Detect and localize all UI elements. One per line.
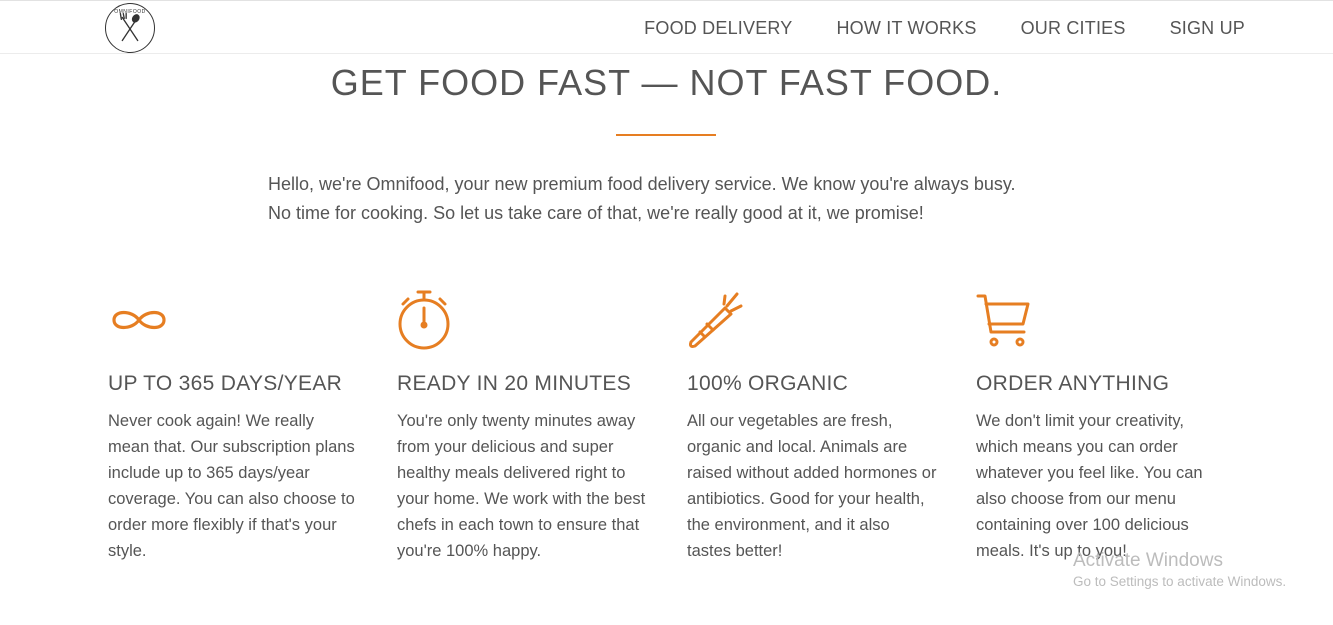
stopwatch-icon — [397, 288, 647, 352]
feature-card: READY IN 20 MINUTES You're only twenty m… — [397, 288, 647, 564]
infinity-icon — [108, 288, 358, 352]
feature-card: ORDER ANYTHING We don't limit your creat… — [976, 288, 1226, 564]
cart-icon — [976, 288, 1226, 352]
nav-link-sign-up[interactable]: SIGN UP — [1170, 18, 1245, 39]
page: OMNIFOOD FOOD DELIVERY HOW IT WORKS OUR … — [0, 0, 1333, 625]
title-divider — [616, 134, 716, 136]
nav-link-our-cities[interactable]: OUR CITIES — [1021, 18, 1126, 39]
logo-wordmark: OMNIFOOD — [114, 9, 146, 15]
watermark-title: Activate Windows — [1073, 550, 1223, 571]
intro-line-2: No time for cooking. So let us take care… — [268, 203, 924, 223]
feature-card: UP TO 365 DAYS/YEAR Never cook again! We… — [108, 288, 358, 564]
intro-text: Hello, we're Omnifood, your new premium … — [268, 170, 1088, 228]
watermark-subtitle: Go to Settings to activate Windows. — [1073, 574, 1287, 589]
feature-title: ORDER ANYTHING — [976, 372, 1170, 395]
feature-title: UP TO 365 DAYS/YEAR — [108, 372, 343, 395]
top-nav: OMNIFOOD FOOD DELIVERY HOW IT WORKS OUR … — [0, 0, 1333, 54]
feature-title: 100% ORGANIC — [687, 372, 849, 395]
nav-link-how-it-works[interactable]: HOW IT WORKS — [836, 18, 976, 39]
carrot-icon — [687, 288, 937, 352]
omnifood-logo[interactable]: OMNIFOOD — [105, 3, 155, 53]
section-title: GET FOOD FAST — NOT FAST FOOD. — [330, 62, 1003, 103]
activate-windows-watermark: Activate Windows Go to Settings to activ… — [1073, 550, 1286, 589]
feature-card: 100% ORGANIC All our vegetables are fres… — [687, 288, 937, 564]
feature-title: READY IN 20 MINUTES — [397, 372, 632, 395]
feature-description: You're only twenty minutes away from you… — [397, 412, 646, 560]
feature-description: All our vegetables are fresh, organic an… — [687, 412, 937, 560]
intro-line-1: Hello, we're Omnifood, your new premium … — [268, 174, 1016, 194]
nav-link-food-delivery[interactable]: FOOD DELIVERY — [644, 18, 792, 39]
main-menu: FOOD DELIVERY HOW IT WORKS OUR CITIES SI… — [644, 18, 1245, 39]
feature-description: We don't limit your creativity, which me… — [976, 412, 1203, 560]
feature-description: Never cook again! We really mean that. O… — [108, 412, 355, 560]
